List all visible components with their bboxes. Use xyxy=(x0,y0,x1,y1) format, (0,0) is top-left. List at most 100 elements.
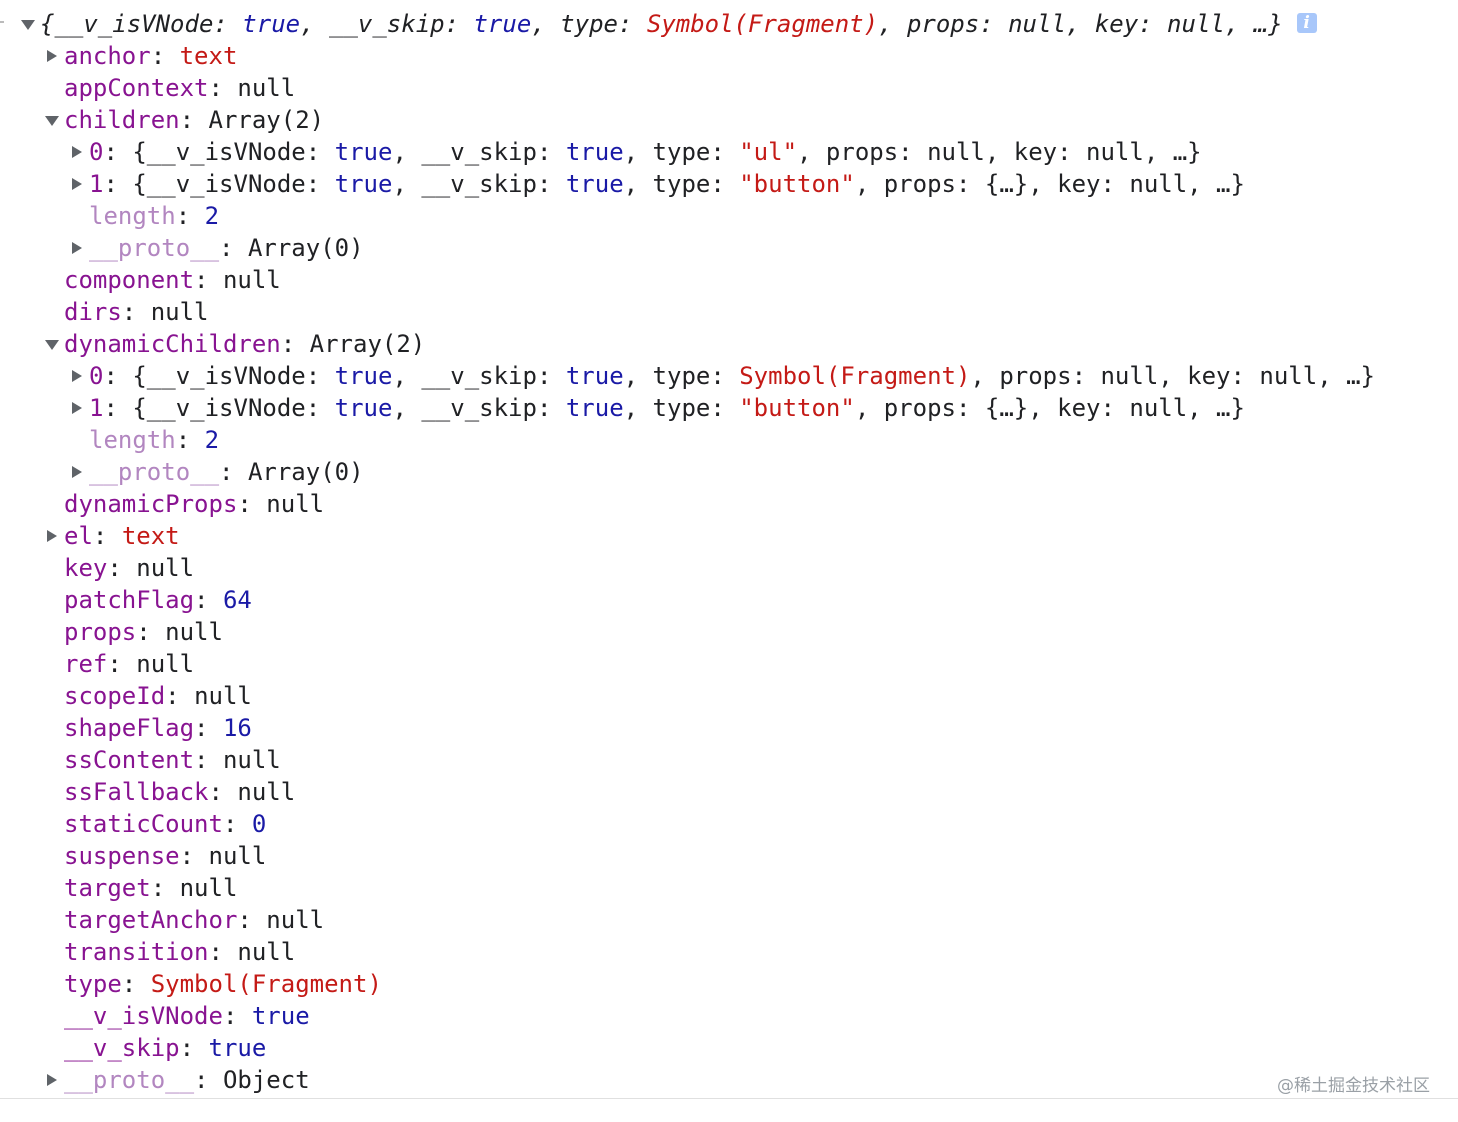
property-row-ref: ref: null xyxy=(64,650,195,678)
property-row-suspense: suspense: null xyxy=(64,842,267,870)
property-value: Array(2) xyxy=(208,106,325,134)
property-key: dirs xyxy=(64,298,122,326)
property-key: __v_isVNode xyxy=(64,1002,223,1030)
property-key: ssContent xyxy=(64,746,195,774)
collapse-triangle-icon[interactable] xyxy=(70,456,86,488)
property-value: {__v_isVNode: true, __v_skip: true, type… xyxy=(132,138,1202,166)
property-value: 2 xyxy=(204,426,220,454)
property-row-dirs: dirs: null xyxy=(64,298,209,326)
property-row-dynamicChildren[interactable]: dynamicChildren: Array(2) xyxy=(0,328,1458,360)
property-value: text xyxy=(121,522,180,550)
property-row-transition: transition: null xyxy=(64,938,296,966)
property-value: null xyxy=(266,490,325,518)
property-key: staticCount xyxy=(64,810,223,838)
property-value: null xyxy=(150,298,209,326)
collapse-triangle-icon[interactable] xyxy=(45,520,61,552)
expand-triangle-icon[interactable] xyxy=(45,328,61,360)
property-value: {__v_isVNode: true, __v_skip: true, type… xyxy=(132,394,1245,422)
root-summary: {__v_isVNode: true, __v_skip: true, type… xyxy=(40,7,1317,40)
property-value: 0 xyxy=(251,810,267,838)
property-key: 0 xyxy=(89,362,104,390)
property-value: null xyxy=(237,938,296,966)
collapse-triangle-icon[interactable] xyxy=(70,136,86,168)
property-row-0[interactable]: 0: {__v_isVNode: true, __v_skip: true, t… xyxy=(0,360,1458,392)
property-row-1[interactable]: 1: {__v_isVNode: true, __v_skip: true, t… xyxy=(0,168,1458,200)
property-value: 64 xyxy=(222,586,252,614)
property-row-proto[interactable]: __proto__: Object xyxy=(0,1064,1458,1096)
property-row-children[interactable]: children: Array(2) xyxy=(0,104,1458,136)
property-key: dynamicProps xyxy=(64,490,238,518)
property-key: children xyxy=(64,106,180,134)
property-row-key: key: null xyxy=(64,554,195,582)
property-value: null xyxy=(136,650,195,678)
property-row-patchFlag: patchFlag: 64 xyxy=(64,586,252,614)
watermark: @稀土掘金技术社区 xyxy=(1277,1076,1430,1096)
property-row-1[interactable]: 1: {__v_isVNode: true, __v_skip: true, t… xyxy=(0,392,1458,424)
property-key: ssFallback xyxy=(64,778,209,806)
property-row-v-isVNode: __v_isVNode: true xyxy=(64,1002,310,1030)
property-row-dynamicProps: dynamicProps: null xyxy=(64,490,325,518)
property-value: Array(0) xyxy=(247,234,364,262)
property-value: Symbol(Fragment) xyxy=(150,970,382,998)
property-key: __v_skip xyxy=(64,1034,180,1062)
property-key: el xyxy=(64,522,93,550)
property-value: Object xyxy=(222,1066,310,1094)
property-value: null xyxy=(194,682,252,710)
property-row-scopeId: scopeId: null xyxy=(64,682,252,710)
property-row-0[interactable]: 0: {__v_isVNode: true, __v_skip: true, t… xyxy=(0,136,1458,168)
property-row-staticCount: staticCount: 0 xyxy=(64,810,267,838)
property-key: component xyxy=(64,266,195,294)
info-icon[interactable] xyxy=(1296,7,1317,39)
property-value: null xyxy=(136,554,195,582)
property-key: targetAnchor xyxy=(64,906,238,934)
expand-triangle-icon[interactable] xyxy=(21,8,37,40)
property-value: 2 xyxy=(204,202,220,230)
property-key: dynamicChildren xyxy=(64,330,281,358)
collapse-triangle-icon[interactable] xyxy=(45,40,61,72)
property-key: 0 xyxy=(89,138,104,166)
property-value: null xyxy=(237,778,296,806)
console-object-tree: {__v_isVNode: true, __v_skip: true, type… xyxy=(0,7,1458,1096)
property-value: null xyxy=(237,74,296,102)
property-value: {__v_isVNode: true, __v_skip: true, type… xyxy=(132,362,1375,390)
expand-triangle-icon[interactable] xyxy=(45,104,61,136)
property-key: ref xyxy=(64,650,108,678)
property-row-el[interactable]: el: text xyxy=(0,520,1458,552)
property-key: length xyxy=(89,202,176,230)
property-key: props xyxy=(64,618,137,646)
property-value: null xyxy=(222,266,281,294)
property-key: 1 xyxy=(89,170,104,198)
property-key: suspense xyxy=(64,842,180,870)
property-row-proto[interactable]: __proto__: Array(0) xyxy=(0,232,1458,264)
collapse-triangle-icon[interactable] xyxy=(70,360,86,392)
property-key: shapeFlag xyxy=(64,714,195,742)
collapse-triangle-icon[interactable] xyxy=(70,168,86,200)
collapse-triangle-icon[interactable] xyxy=(70,392,86,424)
property-row-proto[interactable]: __proto__: Array(0) xyxy=(0,456,1458,488)
property-key: appContext xyxy=(64,74,209,102)
property-row-length: length: 2 xyxy=(89,202,220,230)
property-key: target xyxy=(64,874,151,902)
property-key: anchor xyxy=(64,42,151,70)
property-key: patchFlag xyxy=(64,586,195,614)
property-row-ssFallback: ssFallback: null xyxy=(64,778,296,806)
collapse-triangle-icon[interactable] xyxy=(70,232,86,264)
property-row-component: component: null xyxy=(64,266,281,294)
property-row-targetAnchor: targetAnchor: null xyxy=(64,906,325,934)
property-value: {__v_isVNode: true, __v_skip: true, type… xyxy=(132,170,1245,198)
property-value: null xyxy=(179,874,238,902)
property-row-length: length: 2 xyxy=(89,426,220,454)
property-value: null xyxy=(165,618,223,646)
property-row-ssContent: ssContent: null xyxy=(64,746,281,774)
collapse-triangle-icon[interactable] xyxy=(45,1064,61,1096)
property-value: null xyxy=(208,842,267,870)
root-row[interactable]: {__v_isVNode: true, __v_skip: true, type… xyxy=(0,7,1458,40)
property-row-shapeFlag: shapeFlag: 16 xyxy=(64,714,252,742)
property-value: null xyxy=(266,906,325,934)
property-row-target: target: null xyxy=(64,874,238,902)
panel-divider xyxy=(0,1098,1458,1099)
property-row-type: type: Symbol(Fragment) xyxy=(64,970,382,998)
property-value: 16 xyxy=(222,714,252,742)
property-row-anchor[interactable]: anchor: text xyxy=(0,40,1458,72)
property-row-appContext: appContext: null xyxy=(64,74,296,102)
